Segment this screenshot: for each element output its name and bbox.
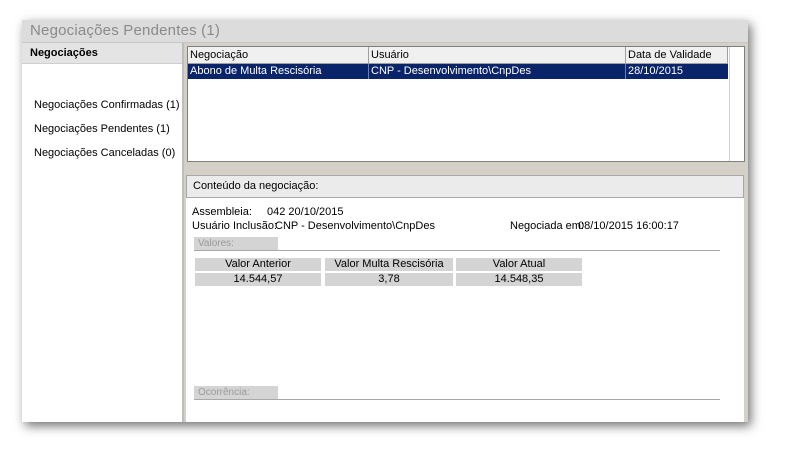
content-header-label: Conteúdo da negociação: (193, 180, 319, 192)
valor-multa-header: Valor Multa Rescisória (325, 258, 453, 271)
main-panel: Negociação Usuário Data de Validade Abon… (184, 43, 748, 422)
sidebar-header-label: Negociações (30, 47, 98, 59)
app-window: Negociações Pendentes (1) Negociações Ne… (22, 20, 748, 422)
usuario-inclusao-value: CNP - Desenvolvimento\CnpDes (275, 220, 435, 232)
valor-atual-value: 14.548,35 (456, 273, 582, 286)
negociada-em-value: 08/10/2015 16:00:17 (578, 220, 679, 232)
title-bar: Negociações Pendentes (1) (22, 20, 748, 43)
column-header-negociacao[interactable]: Negociação (188, 47, 369, 63)
sidebar-item-pendentes[interactable]: Negociações Pendentes (1) (34, 123, 170, 135)
content-panel: Conteúdo da negociação: Assembleia: 042 … (186, 175, 744, 422)
negociada-em-label: Negociada em: (510, 220, 584, 232)
valor-multa-value: 3,78 (325, 273, 453, 286)
table-row[interactable]: Abono de Multa Rescisória CNP - Desenvol… (188, 64, 728, 79)
sidebar-header: Negociações (22, 43, 182, 64)
grid-header: Negociação Usuário Data de Validade (188, 47, 728, 64)
content-header: Conteúdo da negociação: (186, 175, 744, 198)
negotiations-grid[interactable]: Negociação Usuário Data de Validade Abon… (187, 46, 745, 162)
grid-scrollbar[interactable] (729, 47, 744, 161)
valores-divider (194, 250, 720, 251)
ocorrencia-group-label: Ocorrência: (194, 386, 278, 400)
cell-data-validade: 28/10/2015 (628, 65, 684, 77)
assembleia-label: Assembleia: (192, 206, 252, 218)
valor-anterior-header: Valor Anterior (195, 258, 321, 271)
valor-anterior-value: 14.544,57 (195, 273, 321, 286)
cell-usuario: CNP - Desenvolvimento\CnpDes (369, 64, 626, 79)
cell-negociacao: Abono de Multa Rescisória (188, 64, 369, 79)
usuario-inclusao-label: Usuário Inclusão: (192, 220, 277, 232)
sidebar-item-confirmadas[interactable]: Negociações Confirmadas (1) (34, 99, 180, 111)
sidebar-item-canceladas[interactable]: Negociações Canceladas (0) (34, 147, 175, 159)
valor-atual-header: Valor Atual (456, 258, 582, 271)
window-title: Negociações Pendentes (1) (30, 22, 221, 39)
sidebar: Negociações Negociações Confirmadas (1) … (22, 43, 184, 422)
column-header-data-validade[interactable]: Data de Validade (626, 47, 728, 63)
ocorrencia-divider (194, 399, 720, 400)
assembleia-value: 042 20/10/2015 (267, 206, 344, 218)
valores-group-label: Valores: (194, 237, 278, 251)
column-header-usuario[interactable]: Usuário (369, 47, 626, 63)
